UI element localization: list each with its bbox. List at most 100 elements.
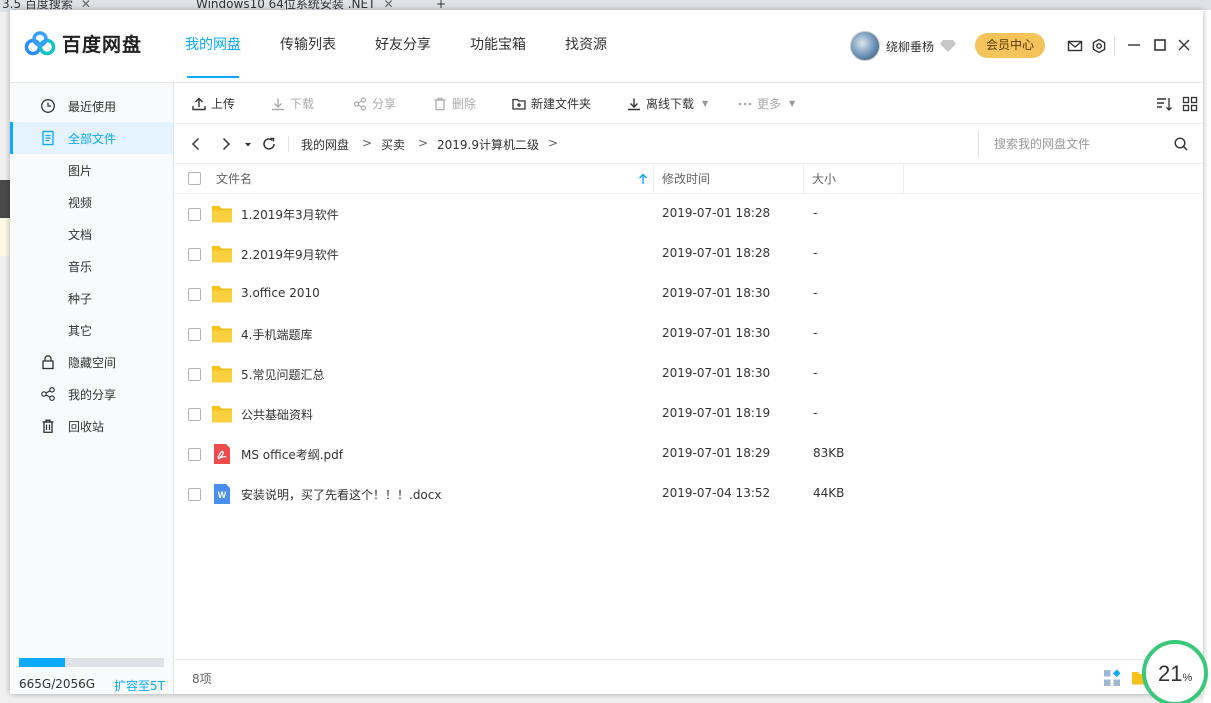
- word-file-icon: W: [214, 484, 230, 504]
- folder-icon: [212, 326, 232, 343]
- file-name[interactable]: 公共基础资料: [241, 406, 313, 423]
- row-checkbox[interactable]: [188, 328, 201, 341]
- row-checkbox[interactable]: [188, 488, 201, 501]
- sidebar-item-label: 音乐: [68, 259, 93, 274]
- sidebar-item-my-shares[interactable]: 我的分享: [10, 378, 173, 410]
- header-divider: [1114, 36, 1115, 56]
- sidebar-item-hidden-space[interactable]: 隐藏空间: [10, 346, 173, 378]
- row-checkbox[interactable]: [188, 408, 201, 421]
- user-profile[interactable]: 绕柳垂杨: [850, 31, 957, 61]
- row-checkbox[interactable]: [188, 368, 201, 381]
- table-row[interactable]: 3.office 2010 2019-07-01 18:30 -: [175, 274, 1203, 314]
- column-header-name[interactable]: 文件名: [216, 164, 252, 194]
- refresh-icon[interactable]: [261, 136, 277, 152]
- nav-my-netdisk[interactable]: 我的网盘: [185, 10, 241, 83]
- avatar[interactable]: [850, 31, 880, 61]
- app-header: 百度网盘 我的网盘 传输列表 好友分享 功能宝箱 找资源 绕柳垂杨 会员中心: [10, 10, 1203, 83]
- table-row[interactable]: MS office考纲.pdf 2019-07-01 18:29 83KB: [175, 434, 1203, 474]
- row-checkbox[interactable]: [188, 248, 201, 261]
- column-header-modified[interactable]: 修改时间: [662, 164, 710, 194]
- download-button[interactable]: 下载: [271, 83, 314, 124]
- table-row[interactable]: W 安装说明，买了先看这个！！！.docx 2019-07-04 13:52 44KB: [175, 474, 1203, 514]
- app-logo[interactable]: 百度网盘: [24, 30, 142, 57]
- table-row[interactable]: 公共基础资料 2019-07-01 18:19 -: [175, 394, 1203, 434]
- sidebar-item-videos[interactable]: 视频: [10, 186, 173, 218]
- svg-text:W: W: [218, 490, 227, 500]
- more-button[interactable]: 更多 ▼: [738, 83, 795, 124]
- mail-icon[interactable]: [1067, 38, 1083, 54]
- chevron-down-icon[interactable]: ▼: [702, 99, 708, 108]
- apps-icon[interactable]: [1103, 669, 1121, 687]
- sidebar-item-other[interactable]: 其它: [10, 314, 173, 346]
- file-name[interactable]: 3.office 2010: [241, 286, 320, 300]
- folder-icon: [212, 246, 232, 263]
- vip-center-button[interactable]: 会员中心: [975, 33, 1045, 58]
- sidebar-item-recycle-bin[interactable]: 回收站: [10, 410, 173, 442]
- breadcrumb-separator: >: [362, 136, 373, 150]
- select-all-checkbox[interactable]: [188, 172, 201, 185]
- column-header-size[interactable]: 大小: [812, 164, 836, 194]
- file-size: 83KB: [813, 446, 845, 460]
- table-header: 文件名 修改时间 大小: [175, 164, 1203, 194]
- sidebar-item-music[interactable]: 音乐: [10, 250, 173, 282]
- username[interactable]: 绕柳垂杨: [886, 38, 934, 55]
- sidebar-item-label: 图片: [68, 163, 93, 178]
- forward-icon[interactable]: [218, 136, 234, 152]
- history-dropdown-icon[interactable]: [243, 136, 253, 152]
- file-modified-time: 2019-07-01 18:28: [662, 246, 771, 260]
- nav-find-resources[interactable]: 找资源: [565, 10, 607, 83]
- breadcrumb-item[interactable]: 我的网盘: [301, 136, 349, 153]
- item-count: 8项: [192, 672, 212, 686]
- search-icon[interactable]: [1173, 136, 1189, 152]
- sidebar-item-label: 文档: [68, 227, 93, 242]
- table-row[interactable]: 2.2019年9月软件 2019-07-01 18:28 -: [175, 234, 1203, 274]
- folder-icon: [212, 366, 232, 383]
- sort-ascending-icon[interactable]: [638, 173, 648, 185]
- share-button[interactable]: 分享: [353, 83, 396, 124]
- file-name[interactable]: MS office考纲.pdf: [241, 446, 343, 463]
- file-name[interactable]: 5.常见问题汇总: [241, 366, 324, 383]
- offline-download-button[interactable]: 离线下载 ▼: [627, 83, 708, 124]
- nav-toolbox[interactable]: 功能宝箱: [470, 10, 526, 83]
- new-folder-icon: [512, 98, 526, 110]
- grid-view-icon[interactable]: [1182, 96, 1198, 112]
- sidebar-item-recent[interactable]: 最近使用: [10, 90, 173, 122]
- background-page: [0, 218, 10, 256]
- back-icon[interactable]: [188, 136, 204, 152]
- minimize-icon[interactable]: [1127, 38, 1141, 52]
- maximize-icon[interactable]: [1153, 38, 1167, 52]
- search-box: [978, 132, 1198, 156]
- file-name[interactable]: 安装说明，买了先看这个！！！.docx: [241, 486, 441, 503]
- nav-transfer-list[interactable]: 传输列表: [280, 10, 336, 83]
- file-size: -: [813, 406, 818, 420]
- new-folder-button[interactable]: 新建文件夹: [512, 83, 591, 124]
- delete-button[interactable]: 删除: [433, 83, 476, 124]
- expand-storage-link[interactable]: 扩容至5T: [114, 677, 165, 694]
- sidebar-item-torrents[interactable]: 种子: [10, 282, 173, 314]
- row-checkbox[interactable]: [188, 208, 201, 221]
- nav-friend-share[interactable]: 好友分享: [375, 10, 431, 83]
- table-row[interactable]: 1.2019年3月软件 2019-07-01 18:28 -: [175, 194, 1203, 234]
- network-speed-gauge[interactable]: 21%: [1142, 640, 1208, 703]
- upload-button[interactable]: 上传: [192, 83, 235, 124]
- gauge-percent: 21: [1158, 661, 1183, 686]
- file-name[interactable]: 2.2019年9月软件: [241, 246, 339, 263]
- gear-icon[interactable]: [1091, 38, 1107, 54]
- file-name[interactable]: 1.2019年3月软件: [241, 206, 339, 223]
- share-icon: [353, 96, 367, 111]
- row-checkbox[interactable]: [188, 288, 201, 301]
- table-row[interactable]: 4.手机端题库 2019-07-01 18:30 -: [175, 314, 1203, 354]
- breadcrumb-item[interactable]: 2019.9计算机二级: [437, 136, 539, 153]
- sidebar-item-documents[interactable]: 文档: [10, 218, 173, 250]
- table-row[interactable]: 5.常见问题汇总 2019-07-01 18:30 -: [175, 354, 1203, 394]
- row-checkbox[interactable]: [188, 448, 201, 461]
- sidebar-item-images[interactable]: 图片: [10, 154, 173, 186]
- search-input[interactable]: [994, 134, 1164, 154]
- file-name[interactable]: 4.手机端题库: [241, 326, 312, 343]
- sort-icon[interactable]: [1156, 96, 1172, 112]
- breadcrumb-item[interactable]: 买卖: [381, 136, 405, 153]
- chevron-down-icon[interactable]: ▼: [789, 99, 795, 108]
- trash-icon: [434, 97, 446, 110]
- close-icon[interactable]: [1177, 38, 1191, 52]
- sidebar-item-all-files[interactable]: 全部文件: [10, 122, 173, 154]
